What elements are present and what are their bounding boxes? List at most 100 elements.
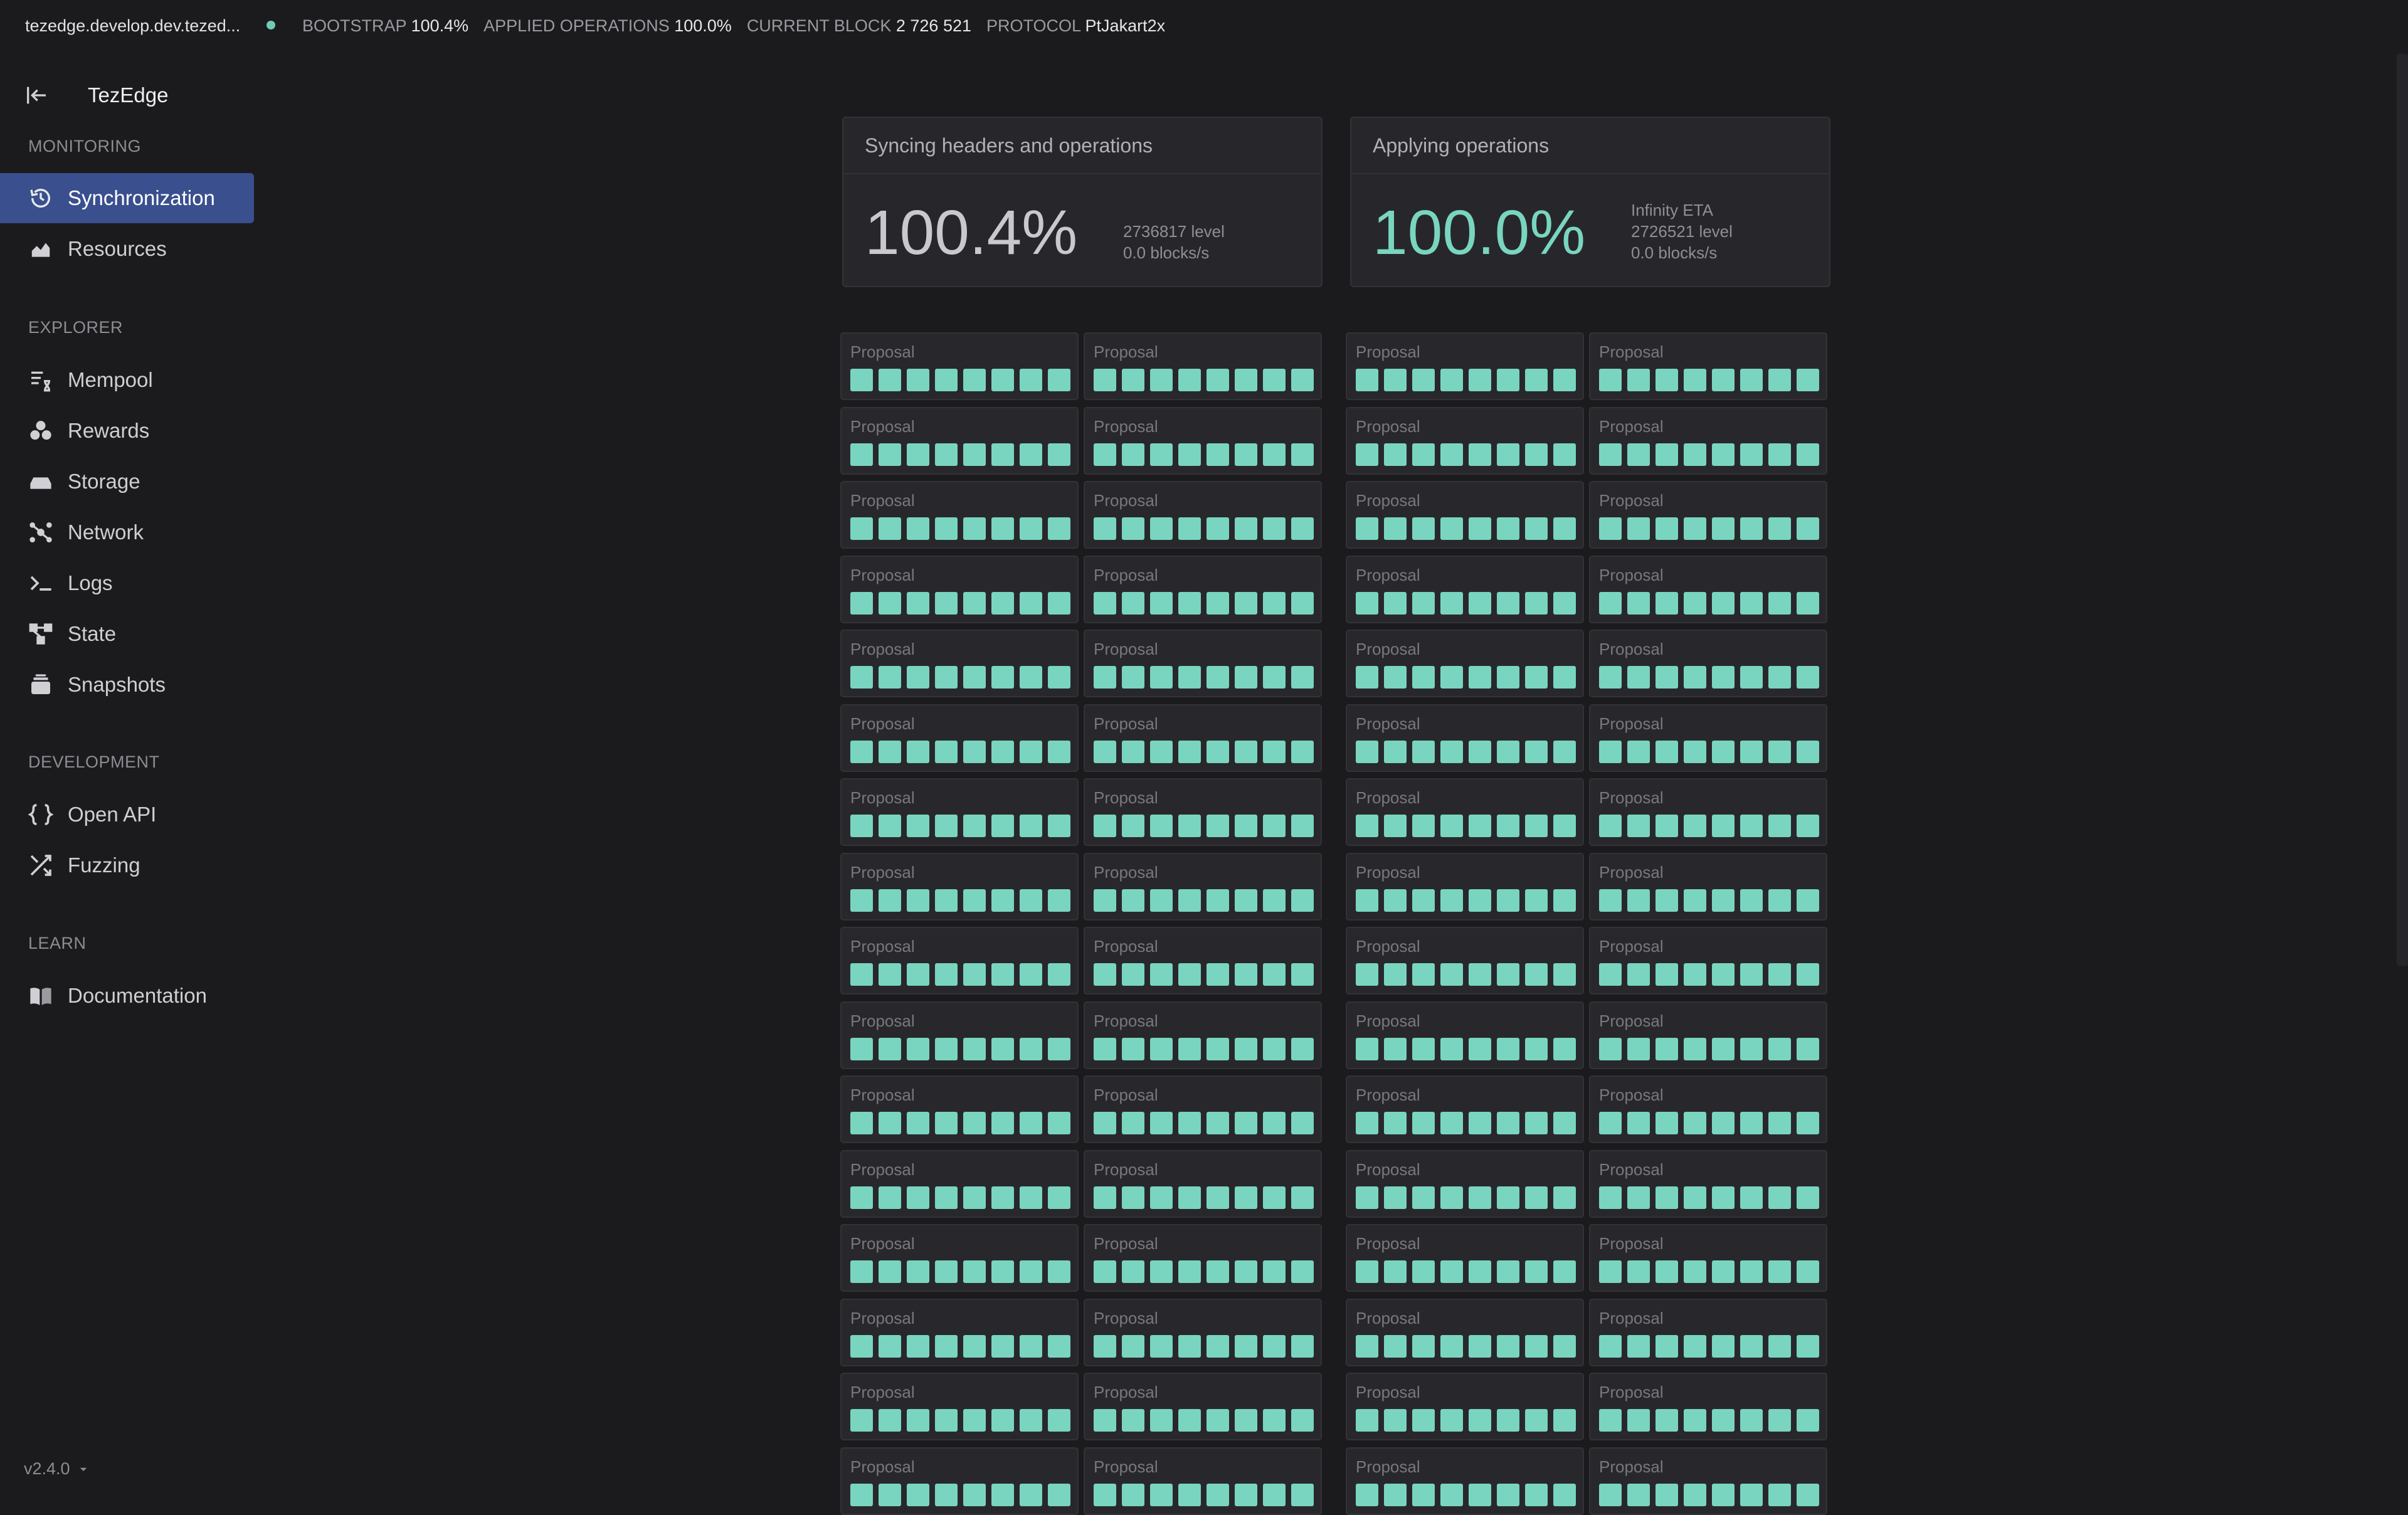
proposal-block[interactable]: Proposal xyxy=(1589,1001,1827,1069)
sidebar-item-documentation[interactable]: Documentation xyxy=(0,971,254,1021)
operation-square xyxy=(1768,963,1791,986)
proposal-block[interactable]: Proposal xyxy=(1589,1075,1827,1143)
proposal-block[interactable]: Proposal xyxy=(1084,1150,1322,1218)
proposal-block[interactable]: Proposal xyxy=(840,1299,1079,1366)
scrollbar[interactable] xyxy=(2397,54,2408,966)
proposal-block[interactable]: Proposal xyxy=(1589,556,1827,623)
proposal-block[interactable]: Proposal xyxy=(1346,778,1584,846)
proposal-block[interactable]: Proposal xyxy=(840,1150,1079,1218)
operation-square xyxy=(1599,1260,1622,1283)
proposal-block[interactable]: Proposal xyxy=(1084,556,1322,623)
version-selector[interactable]: v2.4.0 xyxy=(24,1459,89,1479)
sidebar-item-fuzzing[interactable]: Fuzzing xyxy=(0,840,254,890)
proposal-block[interactable]: Proposal xyxy=(1589,1299,1827,1366)
operation-square xyxy=(1497,889,1519,912)
proposal-block[interactable]: Proposal xyxy=(1084,1075,1322,1143)
sidebar-item-logs[interactable]: Logs xyxy=(0,558,254,608)
sidebar-item-network[interactable]: Network xyxy=(0,507,254,557)
proposal-block[interactable]: Proposal xyxy=(1084,1224,1322,1292)
proposal-block[interactable]: Proposal xyxy=(1346,1224,1584,1292)
operation-square xyxy=(1525,963,1548,986)
node-host[interactable]: tezedge.develop.dev.tezed... xyxy=(25,16,240,36)
proposal-block[interactable]: Proposal xyxy=(1084,853,1322,921)
proposal-block[interactable]: Proposal xyxy=(1589,778,1827,846)
proposal-block[interactable]: Proposal xyxy=(1589,927,1827,995)
sidebar-item-mempool[interactable]: Mempool xyxy=(0,355,254,405)
proposal-block[interactable]: Proposal xyxy=(1346,1001,1584,1069)
proposal-block[interactable]: Proposal xyxy=(1589,630,1827,697)
proposal-block[interactable]: Proposal xyxy=(1084,407,1322,475)
proposal-block[interactable]: Proposal xyxy=(1084,1299,1322,1366)
proposal-block[interactable]: Proposal xyxy=(840,853,1079,921)
proposal-block[interactable]: Proposal xyxy=(1084,332,1322,400)
proposal-block[interactable]: Proposal xyxy=(840,1373,1079,1440)
operation-square xyxy=(1235,741,1257,763)
sidebar-item-state[interactable]: State xyxy=(0,609,254,659)
operation-square xyxy=(1048,1038,1070,1060)
operation-square xyxy=(1797,889,1819,912)
proposal-block[interactable]: Proposal xyxy=(1589,481,1827,549)
syncing-card: Syncing headers and operations 100.4% 27… xyxy=(842,117,1323,287)
proposal-block[interactable]: Proposal xyxy=(1589,1224,1827,1292)
proposal-block[interactable]: Proposal xyxy=(1084,704,1322,772)
operation-square xyxy=(1263,741,1286,763)
collapse-sidebar-icon[interactable] xyxy=(24,83,49,108)
proposal-block[interactable]: Proposal xyxy=(1346,556,1584,623)
proposal-block[interactable]: Proposal xyxy=(1589,1373,1827,1440)
proposal-block[interactable]: Proposal xyxy=(840,407,1079,475)
proposal-block[interactable]: Proposal xyxy=(840,1224,1079,1292)
sidebar-item-storage[interactable]: Storage xyxy=(0,457,254,507)
sidebar-item-rewards[interactable]: Rewards xyxy=(0,406,254,456)
proposal-block[interactable]: Proposal xyxy=(1346,927,1584,995)
proposal-block[interactable]: Proposal xyxy=(1346,1373,1584,1440)
proposal-block[interactable]: Proposal xyxy=(1084,481,1322,549)
proposal-block[interactable]: Proposal xyxy=(840,1001,1079,1069)
proposal-block[interactable]: Proposal xyxy=(1084,1001,1322,1069)
proposal-block[interactable]: Proposal xyxy=(1084,1373,1322,1440)
operation-square xyxy=(935,1038,958,1060)
operation-square xyxy=(935,369,958,391)
operation-square xyxy=(1356,1186,1378,1209)
proposal-block[interactable]: Proposal xyxy=(1346,481,1584,549)
operation-square xyxy=(963,517,986,540)
operation-square xyxy=(1235,1186,1257,1209)
proposal-block[interactable]: Proposal xyxy=(1589,332,1827,400)
operation-square xyxy=(991,1112,1014,1134)
proposal-block[interactable]: Proposal xyxy=(1589,853,1827,921)
proposal-block[interactable]: Proposal xyxy=(840,704,1079,772)
proposal-block[interactable]: Proposal xyxy=(1346,853,1584,921)
operation-square xyxy=(850,443,873,466)
proposal-block[interactable]: Proposal xyxy=(1346,630,1584,697)
proposal-block[interactable]: Proposal xyxy=(1589,704,1827,772)
operation-square xyxy=(1412,517,1435,540)
sidebar-item-snapshots[interactable]: Snapshots xyxy=(0,660,254,710)
proposal-label: Proposal xyxy=(1356,491,1420,510)
proposal-block[interactable]: Proposal xyxy=(1084,927,1322,995)
proposal-block[interactable]: Proposal xyxy=(840,332,1079,400)
proposal-block[interactable]: Proposal xyxy=(840,1075,1079,1143)
proposal-block[interactable]: Proposal xyxy=(1346,704,1584,772)
proposal-block[interactable]: Proposal xyxy=(1589,407,1827,475)
operation-square xyxy=(1684,963,1706,986)
proposal-block[interactable]: Proposal xyxy=(840,556,1079,623)
proposal-block[interactable]: Proposal xyxy=(1084,778,1322,846)
sidebar-item-synchronization[interactable]: Synchronization xyxy=(0,173,254,223)
proposal-block[interactable]: Proposal xyxy=(840,927,1079,995)
operation-square xyxy=(991,1038,1014,1060)
proposal-block[interactable]: Proposal xyxy=(1589,1150,1827,1218)
proposal-block[interactable]: Proposal xyxy=(840,630,1079,697)
proposal-block[interactable]: Proposal xyxy=(1346,332,1584,400)
proposal-block[interactable]: Proposal xyxy=(1346,1299,1584,1366)
proposal-block[interactable]: Proposal xyxy=(1084,630,1322,697)
operation-square xyxy=(1207,1112,1229,1134)
proposal-block[interactable]: Proposal xyxy=(1346,1150,1584,1218)
proposal-block[interactable]: Proposal xyxy=(840,778,1079,846)
operation-squares xyxy=(1356,1409,1576,1432)
sidebar-item-resources[interactable]: Resources xyxy=(0,224,254,274)
sidebar-item-open-api[interactable]: Open API xyxy=(0,789,254,840)
proposal-block[interactable]: Proposal xyxy=(1346,1075,1584,1143)
proposal-block[interactable]: Proposal xyxy=(1346,407,1584,475)
operation-square xyxy=(879,1186,901,1209)
operation-square xyxy=(850,1409,873,1432)
proposal-block[interactable]: Proposal xyxy=(840,481,1079,549)
